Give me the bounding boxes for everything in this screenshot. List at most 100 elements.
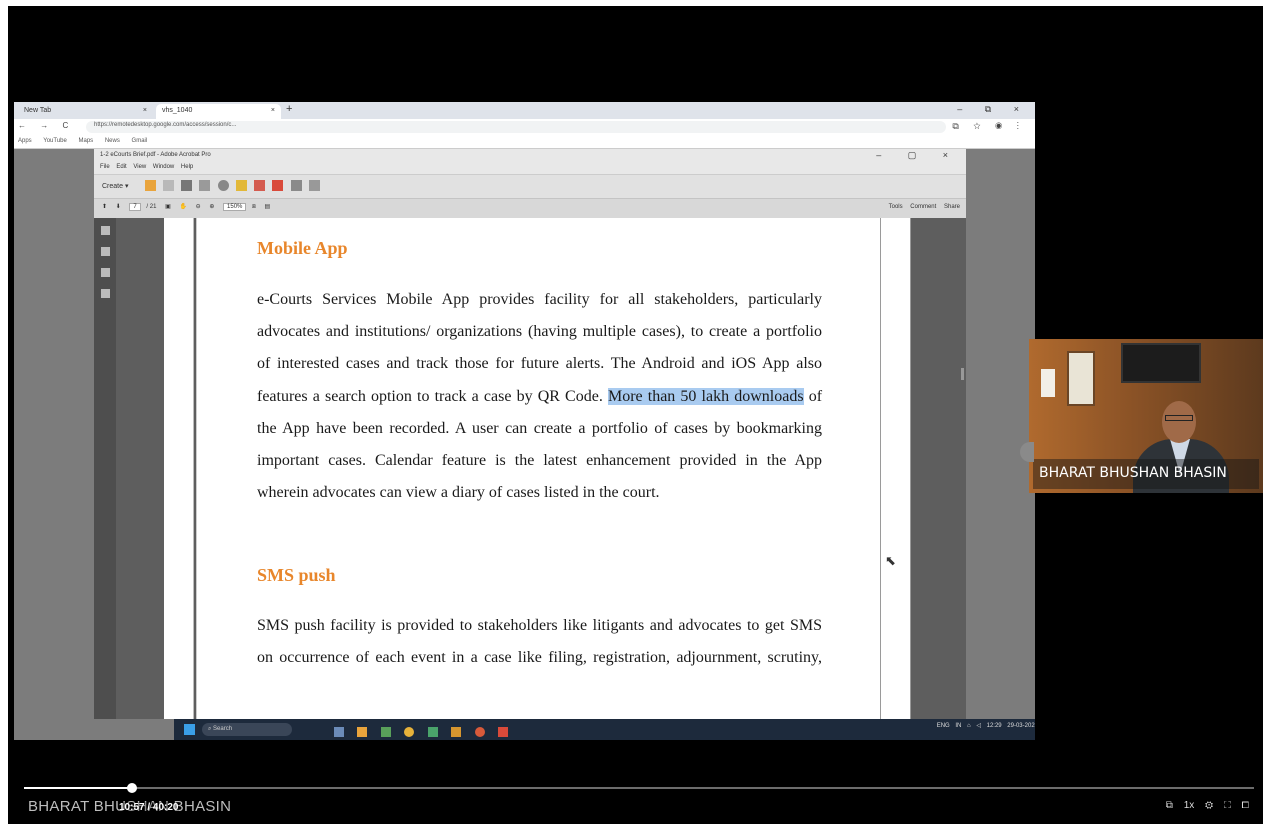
document-viewport[interactable]: Mobile App e-Courts Services Mobile App … <box>116 218 966 719</box>
comment-button[interactable]: Comment <box>910 204 936 210</box>
tab-label: New Tab <box>24 107 52 114</box>
app-icon[interactable] <box>380 727 391 737</box>
wall-switch <box>1041 369 1055 397</box>
pdf-page[interactable]: Mobile App e-Courts Services Mobile App … <box>196 218 881 719</box>
browser-tab-new-tab[interactable]: New Tab × <box>18 104 153 119</box>
signatures-icon[interactable] <box>100 289 110 298</box>
text-line: the App have been recorded. A user can c… <box>257 419 822 437</box>
combine-icon[interactable] <box>290 180 302 191</box>
app-icon[interactable] <box>451 727 462 737</box>
heading-sms-push: SMS push <box>257 565 336 585</box>
presenter-name-label: BHARAT BHUSHAN BHASIN <box>1033 459 1259 489</box>
text-line: e-Courts Services Mobile App provides fa… <box>257 291 822 308</box>
close-icon[interactable]: × <box>143 107 147 114</box>
page-total: / 21 <box>146 204 157 210</box>
zoom-field[interactable]: 150% <box>223 203 247 211</box>
text-line: of interested cases and track those for … <box>257 355 822 373</box>
bookmark-gmail[interactable]: Gmail <box>132 138 148 144</box>
chrome-icon[interactable] <box>404 727 415 737</box>
bookmark-news[interactable]: News <box>105 138 120 144</box>
language-indicator: ENG IN <box>936 723 962 729</box>
tools-button[interactable]: Tools <box>889 204 903 210</box>
pdf-icon[interactable] <box>272 180 284 191</box>
zoom-in-icon[interactable]: ⊕ <box>209 203 214 210</box>
previous-page-edge <box>164 218 194 719</box>
paragraph-sms-push: SMS push facility is provided to stakeho… <box>257 610 822 674</box>
task-view-icon[interactable] <box>334 727 344 737</box>
bookmarks-icon[interactable] <box>100 247 110 256</box>
email-icon[interactable] <box>199 180 211 191</box>
text-fragment: of <box>808 387 823 405</box>
share-button[interactable]: Share <box>944 204 960 210</box>
pages-icon[interactable] <box>100 226 110 235</box>
address-bar-icons[interactable]: ⧉ ☆ ◉ ⋮ <box>952 121 1025 132</box>
page-view-icon[interactable]: ▤ <box>265 203 271 210</box>
save-icon[interactable] <box>162 180 174 191</box>
taskbar-search[interactable]: ⌕ Search <box>202 723 292 736</box>
acrobat-icon[interactable] <box>498 727 509 737</box>
bookmark-maps[interactable]: Maps <box>79 138 94 144</box>
text-fragment: features a search option to track a case… <box>257 387 603 405</box>
attachments-icon[interactable] <box>100 268 110 277</box>
window-controls[interactable]: – ▢ × <box>876 150 960 161</box>
export-icon[interactable] <box>308 180 320 191</box>
browser-tab-bar: New Tab × vhs_1040 × + – ⧉ × <box>14 102 1035 119</box>
window-title: 1-2 eCourts Brief.pdf - Adobe Acrobat Pr… <box>100 152 211 158</box>
text-line: on occurrence of each event in a case li… <box>257 649 822 667</box>
page-number-input[interactable]: 7 <box>129 203 141 211</box>
acrobat-title-bar: 1-2 eCourts Brief.pdf - Adobe Acrobat Pr… <box>94 149 966 163</box>
acrobat-main-toolbar: Create ▾ <box>94 174 966 198</box>
text-line: important cases. Calendar feature is the… <box>257 452 822 470</box>
comment-icon[interactable] <box>235 180 247 191</box>
acrobat-menu-bar[interactable]: File Edit View Window Help <box>94 163 966 174</box>
progress-knob[interactable] <box>127 783 138 793</box>
heading-mobile-app: Mobile App <box>257 238 348 258</box>
url-field[interactable]: https://remotedesktop.google.com/access/… <box>86 121 946 133</box>
select-tool-icon[interactable]: ▣ <box>165 203 171 210</box>
create-button[interactable]: Create ▾ <box>102 182 128 190</box>
text-line: SMS push facility is provided to stakeho… <box>257 617 822 634</box>
video-player: New Tab × vhs_1040 × + – ⧉ × ← → C https… <box>8 6 1263 824</box>
progress-fill <box>24 787 133 789</box>
new-tab-button[interactable]: + <box>286 103 292 115</box>
nav-buttons[interactable]: ← → C <box>18 121 74 130</box>
bookmark-youtube[interactable]: YouTube <box>43 138 67 144</box>
search-label: Search <box>213 726 233 732</box>
app-icon[interactable] <box>474 727 485 737</box>
progress-bar[interactable] <box>24 783 1254 793</box>
acrobat-window: 1-2 eCourts Brief.pdf - Adobe Acrobat Pr… <box>94 149 1035 740</box>
acrobat-right-panel-links: Tools Comment Share <box>889 204 960 210</box>
bookmark-apps[interactable]: Apps <box>18 138 32 144</box>
player-controls[interactable]: ⧉ 1x ⚙ ⛶ ⧠ <box>1166 800 1249 811</box>
text-line: advocates and institutions/ organization… <box>257 323 822 341</box>
settings-icon[interactable] <box>217 180 229 191</box>
next-page-icon[interactable]: ⬇ <box>116 203 121 210</box>
stamp-icon[interactable] <box>254 180 266 191</box>
clock-date: 29-03-2026 <box>1007 723 1035 729</box>
folder-icon[interactable] <box>144 180 156 191</box>
text-line: wherein advocates can view a diary of ca… <box>257 484 660 502</box>
presenter-video-tile[interactable]: BHARAT BHUSHAN BHASIN <box>1029 339 1263 493</box>
page-right-margin <box>881 218 911 719</box>
file-explorer-icon[interactable] <box>357 727 368 737</box>
hand-tool-icon[interactable]: ✋ <box>179 203 186 210</box>
system-tray[interactable]: ENG IN ⌂ ◁ 12:29 29-03-2026 <box>937 722 1035 729</box>
mouse-cursor-icon: ⬉ <box>885 553 896 568</box>
address-bar-row: ← → C https://remotedesktop.google.com/a… <box>14 119 1035 135</box>
network-icon: ⌂ ◁ <box>967 723 981 729</box>
print-icon[interactable] <box>181 180 193 191</box>
app-icon[interactable] <box>427 727 438 737</box>
windows-start-icon[interactable] <box>184 724 195 735</box>
wall-screen <box>1121 343 1201 383</box>
zoom-out-icon[interactable]: ⊖ <box>196 203 201 210</box>
vertical-scrollbar[interactable] <box>961 368 964 380</box>
prev-page-icon[interactable]: ⬆ <box>102 203 107 210</box>
window-controls[interactable]: – ⧉ × <box>957 104 1029 115</box>
windows-taskbar: ⌕ Search ENG IN ⌂ ◁ 12:29 29-03-2026 <box>174 719 1035 740</box>
browser-tab-active[interactable]: vhs_1040 × <box>156 104 281 119</box>
collapse-arrow-icon[interactable] <box>1020 442 1034 462</box>
paragraph-mobile-app: e-Courts Services Mobile App provides fa… <box>257 284 822 509</box>
close-icon[interactable]: × <box>271 107 275 114</box>
fit-page-icon[interactable]: ⧈ <box>252 204 256 211</box>
shared-screen: New Tab × vhs_1040 × + – ⧉ × ← → C https… <box>14 102 1035 740</box>
